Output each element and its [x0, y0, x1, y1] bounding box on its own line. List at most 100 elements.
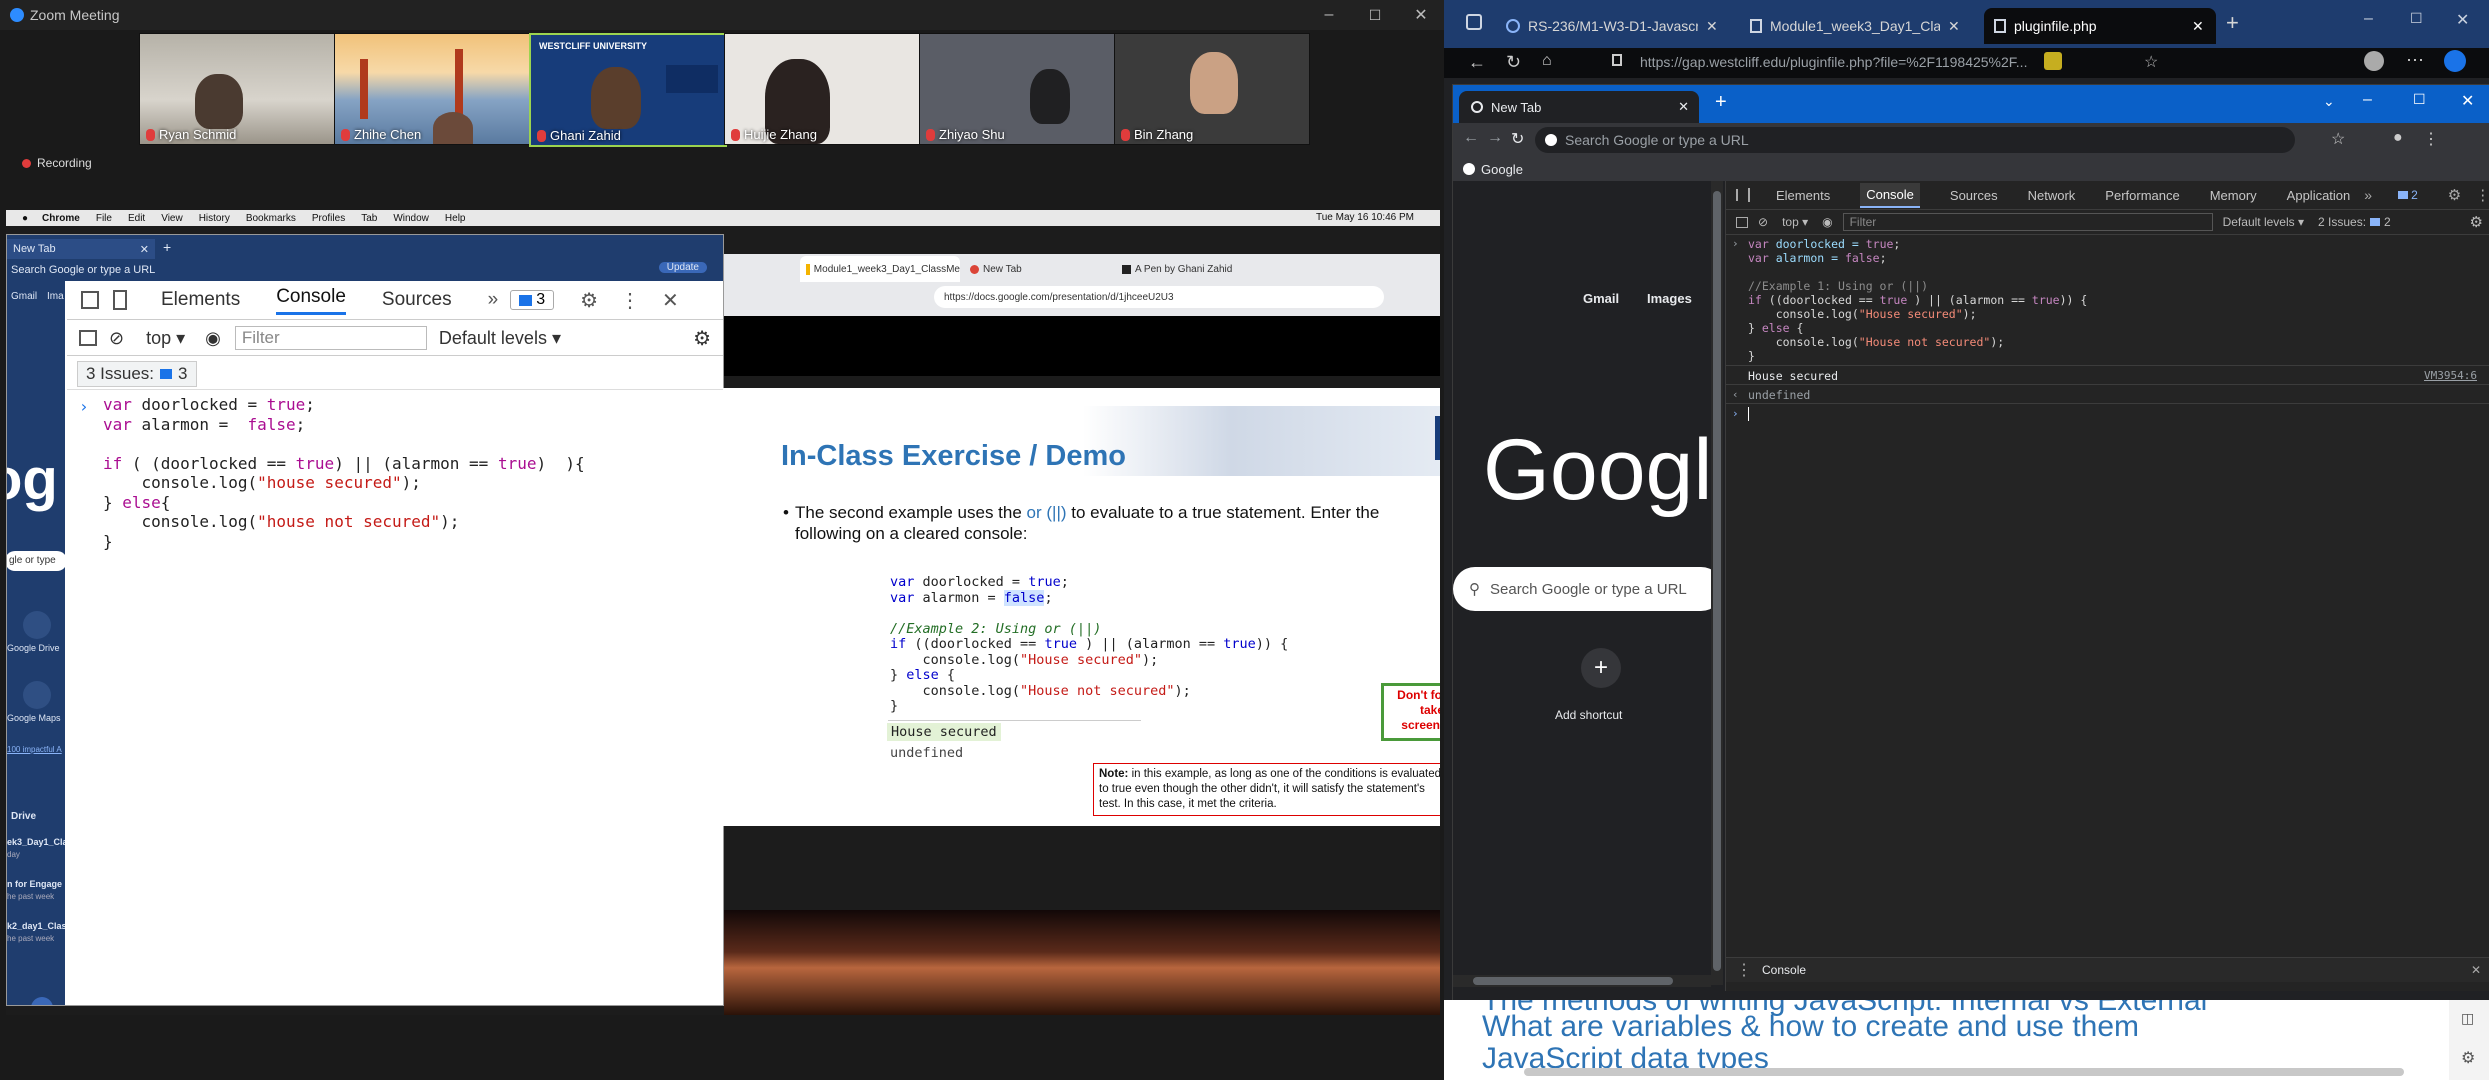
- home-icon[interactable]: ⌂: [1542, 52, 1552, 70]
- more-tabs-icon[interactable]: »: [488, 289, 499, 311]
- tab-network[interactable]: Network: [2028, 188, 2076, 203]
- bookmark-star-icon[interactable]: ☆: [2331, 129, 2345, 149]
- omnibox[interactable]: Search Google or type a URL: [1535, 127, 2295, 153]
- menu-item-history[interactable]: History: [199, 213, 230, 224]
- gmail-link[interactable]: Gmail: [11, 291, 37, 302]
- live-expression-eye-icon[interactable]: ◉: [1822, 215, 1832, 229]
- kebab-menu-icon[interactable]: ⋮: [620, 288, 640, 313]
- address-bar[interactable]: https://docs.google.com/presentation/d/1…: [934, 286, 1384, 308]
- horizontal-scrollbar[interactable]: [1453, 975, 1711, 987]
- maximize-button[interactable]: ☐: [2410, 10, 2423, 27]
- tab-newtab[interactable]: New Tab: [964, 256, 1120, 282]
- tab-sources[interactable]: Sources: [382, 289, 452, 311]
- levels-select[interactable]: Default levels ▾: [439, 328, 561, 349]
- clear-console-icon[interactable]: ⊘: [109, 328, 124, 349]
- apple-icon[interactable]: ●: [22, 213, 28, 224]
- console-input-caret[interactable]: [1748, 407, 1749, 421]
- profile-avatar[interactable]: [2364, 51, 2384, 71]
- drive-file[interactable]: n for Engage: [7, 879, 62, 889]
- omnibox[interactable]: Search Google or type a URL Update: [7, 261, 717, 279]
- tab-newtab[interactable]: New Tab ✕: [7, 239, 155, 259]
- back-arrow-icon[interactable]: ←: [1463, 129, 1479, 147]
- close-tab-icon[interactable]: ✕: [140, 243, 149, 256]
- minimize-button[interactable]: –: [1306, 6, 1352, 24]
- participant-tile[interactable]: Ryan Schmid: [139, 33, 335, 145]
- filter-input[interactable]: Filter: [234, 326, 427, 350]
- tab-performance[interactable]: Performance: [2105, 188, 2179, 203]
- participant-tile[interactable]: Zhiyao Shu: [919, 33, 1115, 145]
- lock-icon[interactable]: [1612, 54, 1622, 66]
- tab-application[interactable]: Application: [2287, 188, 2351, 203]
- menu-dots-icon[interactable]: ⋮: [2423, 129, 2439, 149]
- menu-item-help[interactable]: Help: [445, 213, 466, 224]
- console-code-block[interactable]: var doorlocked = true; var alarmon = fal…: [1748, 237, 2087, 363]
- source-link[interactable]: VM3954:6: [2424, 369, 2477, 382]
- more-tabs-icon[interactable]: »: [2364, 187, 2372, 203]
- console-settings-gear-icon[interactable]: ⚙: [2470, 213, 2483, 231]
- inspect-icon[interactable]: [81, 291, 99, 309]
- tab-elements[interactable]: Elements: [1776, 188, 1830, 203]
- device-toolbar-icon[interactable]: [113, 290, 127, 310]
- drawer-menu-icon[interactable]: ⋮: [1736, 960, 1752, 980]
- participant-tile-active[interactable]: WESTCLIFF UNIVERSITY Ghani Zahid: [529, 33, 727, 147]
- menu-item-chrome[interactable]: Chrome: [42, 213, 80, 224]
- profile-icon[interactable]: ●: [2393, 129, 2403, 147]
- tab-elements[interactable]: Elements: [161, 289, 240, 311]
- filter-input[interactable]: Filter: [1842, 213, 2213, 231]
- images-link[interactable]: Images: [1647, 291, 1692, 306]
- console-code-block[interactable]: var doorlocked = true; var alarmon = fal…: [103, 395, 585, 551]
- close-tab-icon[interactable]: ✕: [2192, 18, 2204, 35]
- issues-summary[interactable]: 2 Issues: 2: [2318, 215, 2391, 229]
- images-link[interactable]: Ima: [47, 291, 64, 302]
- tab-module1[interactable]: Module1_week3_Day1_ClassMe ✕: [1740, 8, 1980, 44]
- tab-actions-icon[interactable]: [1466, 14, 1482, 30]
- close-tab-icon[interactable]: ✕: [1678, 99, 1689, 115]
- scrollbar-thumb[interactable]: [1473, 977, 1673, 985]
- issues-badge[interactable]: 2: [2398, 188, 2418, 202]
- close-devtools-icon[interactable]: ✕: [662, 288, 679, 313]
- refresh-icon[interactable]: ↻: [1511, 129, 1524, 149]
- horizontal-scrollbar[interactable]: [1524, 1068, 2404, 1076]
- bing-chat-icon[interactable]: [2444, 50, 2466, 72]
- device-toolbar-icon[interactable]: [1748, 188, 1750, 202]
- tab-console-active[interactable]: Console: [276, 286, 346, 315]
- url-text[interactable]: https://gap.westcliff.edu/pluginfile.php…: [1640, 54, 2027, 70]
- participant-tile[interactable]: Zhihe Chen: [334, 33, 530, 145]
- close-tab-icon[interactable]: ✕: [1706, 18, 1718, 35]
- new-tab-icon[interactable]: +: [1715, 91, 1727, 114]
- console-settings-gear-icon[interactable]: ⚙: [693, 326, 711, 351]
- settings-gear-icon[interactable]: ⚙: [2448, 186, 2461, 204]
- close-drawer-icon[interactable]: ✕: [2471, 963, 2481, 977]
- scrollbar-thumb[interactable]: [1713, 191, 1721, 971]
- new-tab-icon[interactable]: +: [2226, 10, 2239, 36]
- tab-codepen[interactable]: A Pen by Ghani Zahid: [1116, 256, 1282, 282]
- menu-item-file[interactable]: File: [96, 213, 112, 224]
- maximize-button[interactable]: ☐: [2413, 91, 2426, 108]
- tab-sources[interactable]: Sources: [1950, 188, 1998, 203]
- google-search-box[interactable]: ⚲ Search Google or type a URL: [1453, 567, 1711, 611]
- close-button[interactable]: ✕: [1398, 5, 1444, 25]
- drive-file[interactable]: k2_day1_Clas: [7, 921, 65, 931]
- menu-item-bookmarks[interactable]: Bookmarks: [246, 213, 296, 224]
- gmail-link[interactable]: Gmail: [1583, 291, 1619, 306]
- live-expression-eye-icon[interactable]: ◉: [205, 328, 221, 349]
- sidebar-toggle-icon[interactable]: [79, 330, 97, 346]
- refresh-icon[interactable]: ↻: [1506, 52, 1521, 73]
- issues-summary[interactable]: 3 Issues: 3: [77, 361, 197, 387]
- tab-slides[interactable]: Module1_week3_Day1_ClassMe: [800, 256, 960, 282]
- close-window-button[interactable]: ✕: [2456, 10, 2469, 30]
- menu-item-edit[interactable]: Edit: [128, 213, 145, 224]
- participant-tile[interactable]: Huijie Zhang: [724, 33, 920, 145]
- inspect-icon[interactable]: [1736, 189, 1738, 201]
- google-drive-icon[interactable]: [23, 611, 51, 639]
- menu-item-window[interactable]: Window: [393, 213, 429, 224]
- tab-search-icon[interactable]: ⌄: [2323, 93, 2335, 110]
- sidebar-toggle-icon[interactable]: [1736, 216, 1748, 228]
- customize-pencil-icon[interactable]: [31, 997, 53, 1005]
- drawer-tab-console[interactable]: Console: [1762, 963, 1806, 977]
- issues-badge[interactable]: 3: [510, 290, 555, 310]
- menu-item-view[interactable]: View: [161, 213, 183, 224]
- google-maps-icon[interactable]: [23, 681, 51, 709]
- forward-arrow-icon[interactable]: →: [1487, 129, 1503, 147]
- update-button[interactable]: Update: [658, 262, 707, 273]
